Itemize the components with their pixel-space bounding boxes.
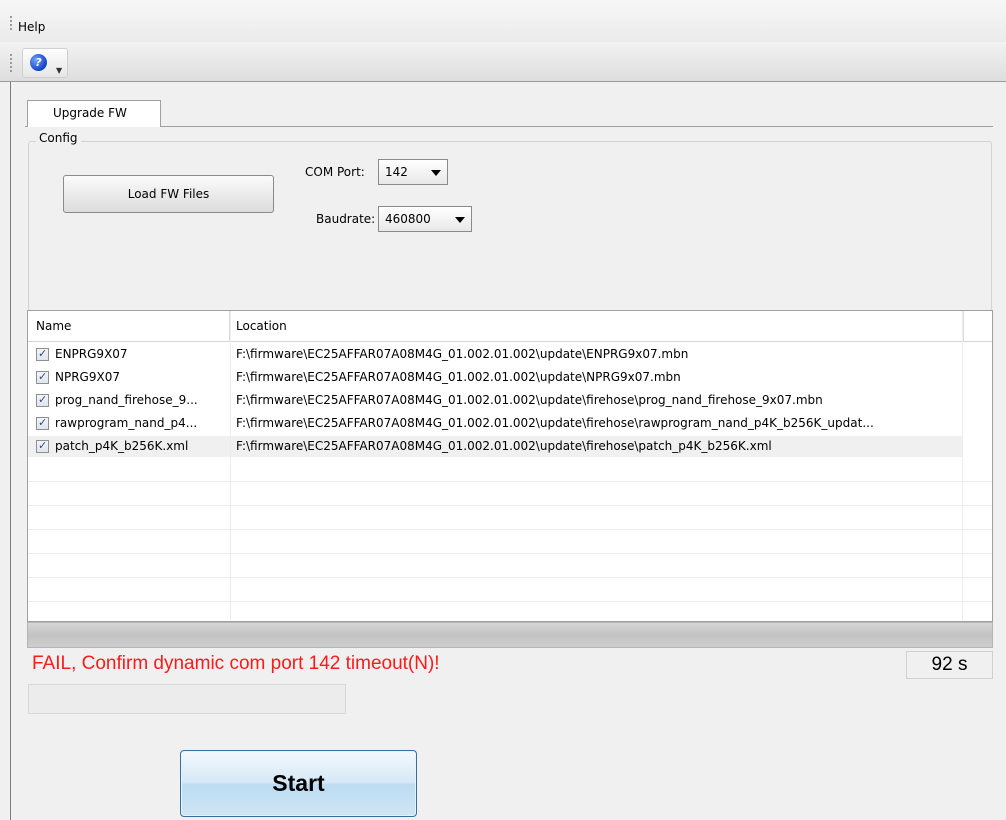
toolbar-overflow-chevron-icon[interactable]: ▼ — [56, 66, 62, 75]
table-row[interactable]: patch_p4K_b256K.xml F:\firmware\EC25AFFA… — [28, 436, 962, 457]
file-name: prog_nand_firehose_9... — [55, 393, 198, 407]
com-port-value: 142 — [385, 165, 408, 179]
com-port-dropdown-icon — [431, 170, 441, 176]
column-header-location[interactable]: Location — [230, 311, 964, 341]
window-left-border — [10, 82, 11, 820]
file-location: F:\firmware\EC25AFFAR07A08M4G_01.002.01.… — [236, 393, 823, 407]
file-name: rawprogram_nand_p4... — [55, 416, 198, 430]
baudrate-value: 460800 — [385, 212, 431, 226]
file-name: patch_p4K_b256K.xml — [55, 439, 189, 453]
menu-grip — [10, 16, 13, 30]
toolbar-grip — [10, 54, 13, 72]
file-location: F:\firmware\EC25AFFAR07A08M4G_01.002.01.… — [236, 370, 681, 384]
file-name: NPRG9X07 — [55, 370, 120, 384]
tab-upgrade-fw[interactable]: Upgrade FW — [27, 100, 161, 127]
row-checkbox[interactable] — [36, 439, 49, 453]
config-group-title: Config — [36, 131, 81, 145]
grid-line — [28, 505, 992, 506]
grid-line — [28, 529, 992, 530]
row-checkbox[interactable] — [36, 416, 49, 430]
grid-line — [28, 481, 992, 482]
com-port-select[interactable]: 142 — [378, 159, 448, 185]
baudrate-select[interactable]: 460800 — [378, 206, 472, 232]
name-cell: patch_p4K_b256K.xml — [28, 436, 230, 457]
file-name: ENPRG9X07 — [55, 347, 128, 361]
grid-line — [28, 553, 992, 554]
help-circle-icon[interactable]: ? — [30, 54, 47, 71]
table-row[interactable]: rawprogram_nand_p4... F:\firmware\EC25AF… — [28, 413, 962, 434]
name-cell: ENPRG9X07 — [28, 344, 230, 365]
menu-bar — [0, 0, 1006, 42]
com-port-label: COM Port: — [305, 165, 365, 179]
table-row[interactable]: NPRG9X07 F:\firmware\EC25AFFAR07A08M4G_0… — [28, 367, 962, 388]
baudrate-dropdown-icon — [455, 217, 465, 223]
column-header-name[interactable]: Name — [28, 311, 230, 341]
name-cell: prog_nand_firehose_9... — [28, 390, 230, 411]
start-button[interactable]: Start — [180, 750, 417, 817]
row-checkbox[interactable] — [36, 370, 49, 384]
load-fw-files-button[interactable]: Load FW Files — [63, 175, 274, 213]
baudrate-label: Baudrate: — [316, 212, 376, 226]
name-cell: NPRG9X07 — [28, 367, 230, 388]
row-checkbox[interactable] — [36, 347, 49, 361]
config-group — [28, 141, 992, 311]
header-divider — [28, 341, 992, 342]
tab-upgrade-fw-label: Upgrade FW — [53, 106, 127, 120]
toolbar — [0, 42, 1006, 82]
start-button-label: Start — [272, 770, 325, 796]
elapsed-time: 92 s — [931, 654, 968, 675]
grid-line — [28, 601, 992, 602]
table-row[interactable]: prog_nand_firehose_9... F:\firmware\EC25… — [28, 390, 962, 411]
column-divider — [230, 311, 231, 621]
upgrade-progress-bar — [27, 622, 993, 648]
status-message: FAIL, Confirm dynamic com port 142 timeo… — [32, 653, 440, 674]
name-cell: rawprogram_nand_p4... — [28, 413, 230, 434]
column-divider — [962, 311, 963, 621]
file-location: F:\firmware\EC25AFFAR07A08M4G_01.002.01.… — [236, 439, 772, 453]
file-location: F:\firmware\EC25AFFAR07A08M4G_01.002.01.… — [236, 416, 874, 430]
firmware-files-table: Name Location ENPRG9X07 F:\firmware\EC25… — [27, 310, 993, 622]
grid-line — [28, 577, 992, 578]
file-location: F:\firmware\EC25AFFAR07A08M4G_01.002.01.… — [236, 347, 689, 361]
row-checkbox[interactable] — [36, 393, 49, 407]
secondary-status-field — [28, 684, 346, 714]
table-row[interactable]: ENPRG9X07 F:\firmware\EC25AFFAR07A08M4G_… — [28, 344, 962, 365]
menu-help[interactable]: Help — [18, 20, 45, 34]
